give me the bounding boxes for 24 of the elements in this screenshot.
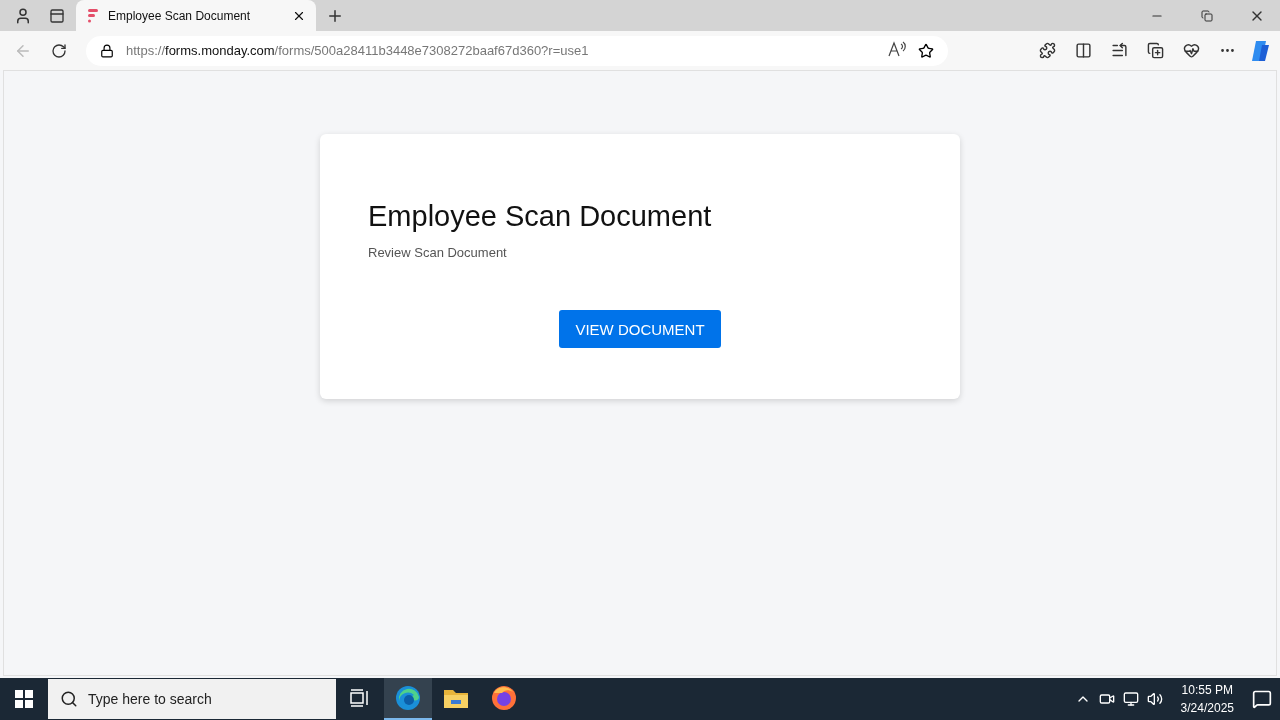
address-bar[interactable]: https://forms.monday.com/forms/500a28411b3448e7308272baaf67d360?r=use1 [86, 35, 948, 66]
taskbar-app[interactable] [384, 678, 432, 720]
folder-icon [443, 687, 469, 709]
browser-tab[interactable]: Employee Scan Document [76, 0, 316, 31]
tab-title: Employee Scan Document [108, 8, 252, 23]
browser-icon [395, 685, 421, 711]
lock-icon [100, 43, 114, 58]
url-text: https://forms.monday.com/forms/500a28411b3448e7308272baaf67d360?r=use1 [126, 43, 590, 58]
notifications-icon[interactable] [1252, 689, 1272, 709]
date-text: 3/24/2025 [1180, 700, 1234, 717]
task-view-icon [350, 689, 370, 707]
firefox-icon [491, 685, 517, 711]
form-logo-icon [88, 8, 98, 23]
volume-icon[interactable] [1146, 691, 1163, 707]
camera-icon[interactable] [1098, 691, 1115, 707]
time-text: 10:55 PM [1181, 682, 1233, 699]
view-document-button[interactable]: VIEW DOCUMENT [559, 310, 721, 348]
favorite-star-icon[interactable] [918, 42, 934, 59]
form-subtitle: Review Scan Document [368, 245, 508, 260]
taskbar-search-field[interactable]: Type here to search [48, 679, 336, 719]
clock[interactable]: 10:55 PM 3/24/2025 [1180, 681, 1234, 717]
search-icon [60, 690, 78, 708]
search-placeholder: Type here to search [88, 691, 212, 707]
form-title: Employee Scan Document [368, 200, 713, 233]
